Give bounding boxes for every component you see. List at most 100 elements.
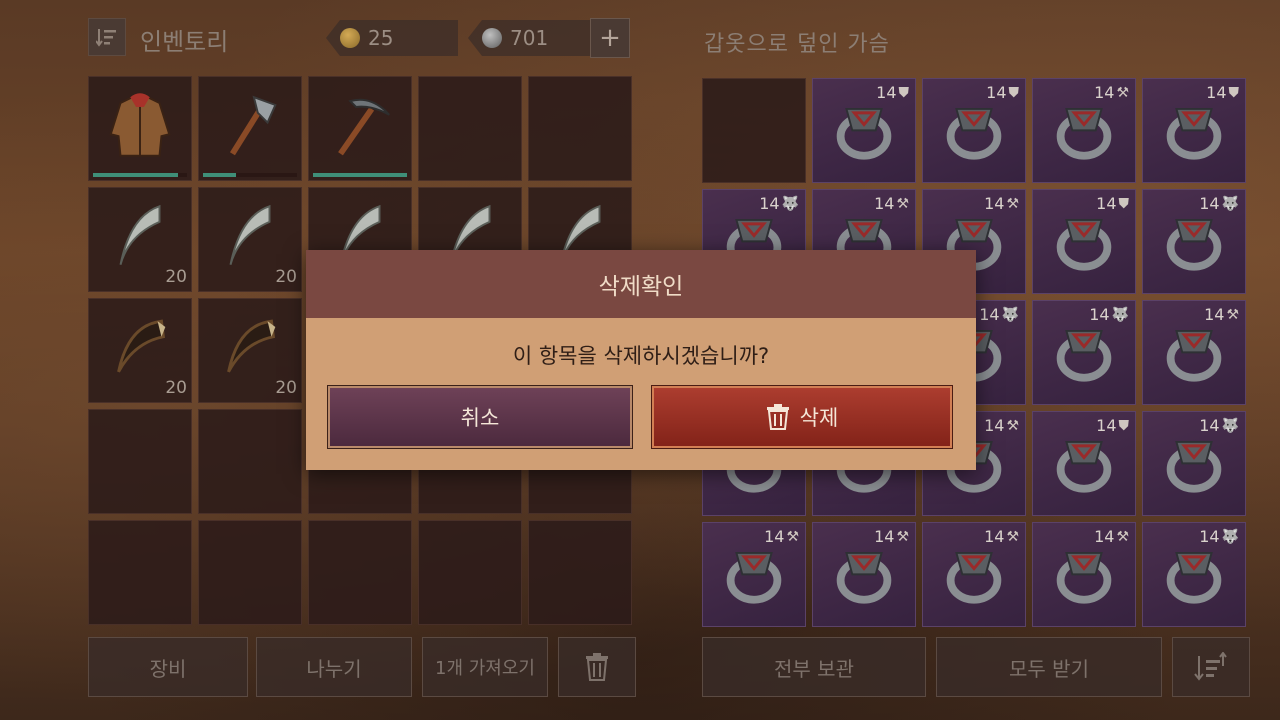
item-level: 14⚒: [1094, 527, 1129, 546]
split-label: 나누기: [306, 656, 362, 681]
gold-coin-icon: [340, 28, 360, 48]
level-number: 14: [1204, 305, 1225, 324]
item-level: 14⚒: [874, 527, 909, 546]
item-level: 14⚒: [764, 527, 799, 546]
fang-icon: [101, 196, 179, 275]
fang-icon: [211, 196, 289, 275]
chest-slot[interactable]: 14⚒: [812, 522, 916, 627]
inventory-slot[interactable]: 20: [198, 187, 302, 292]
store-all-button[interactable]: 전부 보관: [702, 637, 926, 697]
level-number: 14: [1096, 416, 1117, 435]
inventory-title: 인벤토리: [140, 28, 229, 56]
inventory-slot[interactable]: [528, 76, 632, 181]
chest-slot[interactable]: 14 ⛊: [1032, 411, 1136, 516]
trash-button[interactable]: [558, 637, 636, 697]
dialog-message: 이 항목을 삭제하시겠습니까?: [512, 344, 770, 368]
level-number: 14: [874, 194, 895, 213]
item-level: 14 ⛊: [1206, 83, 1239, 102]
item-level: 14 🐺: [1199, 194, 1239, 213]
level-number: 14: [759, 194, 780, 213]
chest-slot[interactable]: 14 🐺: [1142, 189, 1246, 294]
axe-icon: ⚒: [1006, 417, 1019, 434]
add-currency-button[interactable]: +: [590, 18, 630, 58]
level-number: 14: [1096, 194, 1117, 213]
item-level: 14⚒: [1094, 83, 1129, 102]
item-level: 14⚒: [874, 194, 909, 213]
item-level: 14 🐺: [979, 305, 1019, 324]
cancel-label: 취소: [460, 406, 500, 430]
inventory-slot[interactable]: 20: [88, 187, 192, 292]
wolf-icon: 🐺: [1221, 417, 1239, 434]
jacket-icon: [101, 85, 179, 164]
wolf-icon: 🐺: [1221, 195, 1239, 212]
inventory-slot[interactable]: [308, 520, 412, 625]
silver-currency: 701: [468, 20, 590, 56]
chest-slot[interactable]: 14⚒: [1142, 300, 1246, 405]
axe-icon: [211, 85, 289, 164]
sort-chest-button[interactable]: [1172, 637, 1250, 697]
inventory-slot[interactable]: [418, 520, 522, 625]
wolf-icon: 🐺: [1221, 528, 1239, 545]
chest-slot[interactable]: 14 ⛊: [1142, 78, 1246, 183]
shield-icon: ⛊: [1008, 84, 1020, 101]
chest-slot[interactable]: 14⚒: [702, 522, 806, 627]
sort-icon: [1194, 652, 1227, 681]
chest-slot[interactable]: 14 ⛊: [922, 78, 1026, 183]
inventory-slot[interactable]: [308, 76, 412, 181]
chest-slot[interactable]: 14 🐺: [1142, 522, 1246, 627]
chest-slot[interactable]: 14 🐺: [1142, 411, 1246, 516]
axe-icon: ⚒: [1006, 528, 1019, 545]
level-number: 14: [1206, 83, 1227, 102]
axe-icon: ⚒: [786, 528, 799, 545]
wolf-icon: 🐺: [1001, 306, 1019, 323]
inventory-slot[interactable]: [88, 520, 192, 625]
item-level: 14 🐺: [1199, 416, 1239, 435]
level-number: 14: [1094, 83, 1115, 102]
axe-icon: ⚒: [1226, 306, 1239, 323]
take-all-button[interactable]: 모두 받기: [936, 637, 1162, 697]
cancel-button[interactable]: 취소: [327, 385, 633, 449]
chest-slot[interactable]: 14 🐺: [1032, 300, 1136, 405]
level-number: 14: [1094, 527, 1115, 546]
take-one-button[interactable]: 1개 가져오기: [422, 637, 548, 697]
level-number: 14: [1089, 305, 1110, 324]
inventory-slot[interactable]: [418, 76, 522, 181]
item-level: 14⚒: [1204, 305, 1239, 324]
shield-icon: ⛊: [1228, 84, 1240, 101]
chest-slot[interactable]: 14 ⛊: [1032, 189, 1136, 294]
trash-icon: [766, 403, 790, 431]
inventory-slot[interactable]: 20: [88, 298, 192, 403]
trash-icon: [586, 653, 608, 681]
item-count: 20: [275, 378, 297, 398]
equip-button[interactable]: 장비: [88, 637, 248, 697]
inventory-slot[interactable]: [88, 409, 192, 514]
chest-slot[interactable]: [702, 78, 806, 183]
item-level: 14⚒: [984, 194, 1019, 213]
level-number: 14: [1199, 194, 1220, 213]
inventory-slot[interactable]: [198, 76, 302, 181]
item-level: 14 🐺: [1199, 527, 1239, 546]
level-number: 14: [1199, 527, 1220, 546]
inventory-slot[interactable]: 20: [198, 298, 302, 403]
delete-button[interactable]: 삭제: [651, 385, 953, 449]
pickaxe-icon: [321, 85, 399, 164]
chest-slot[interactable]: 14⚒: [922, 522, 1026, 627]
item-level: 14 ⛊: [876, 83, 909, 102]
inventory-slot[interactable]: [88, 76, 192, 181]
item-count: 20: [165, 378, 187, 398]
chest-slot[interactable]: 14⚒: [1032, 522, 1136, 627]
wolf-icon: 🐺: [1111, 306, 1129, 323]
level-number: 14: [986, 83, 1007, 102]
inventory-slot[interactable]: [198, 409, 302, 514]
item-level: 14 ⛊: [1096, 416, 1129, 435]
chest-slot[interactable]: 14 ⛊: [812, 78, 916, 183]
axe-icon: ⚒: [1116, 84, 1129, 101]
split-button[interactable]: 나누기: [256, 637, 412, 697]
axe-icon: ⚒: [1116, 528, 1129, 545]
sort-button[interactable]: [88, 18, 126, 56]
inventory-slot[interactable]: [198, 520, 302, 625]
inventory-slot[interactable]: [528, 520, 632, 625]
gold-currency: 25: [326, 20, 458, 56]
chest-slot[interactable]: 14⚒: [1032, 78, 1136, 183]
chest-title: 갑옷으로 덮인 가슴: [704, 32, 890, 57]
